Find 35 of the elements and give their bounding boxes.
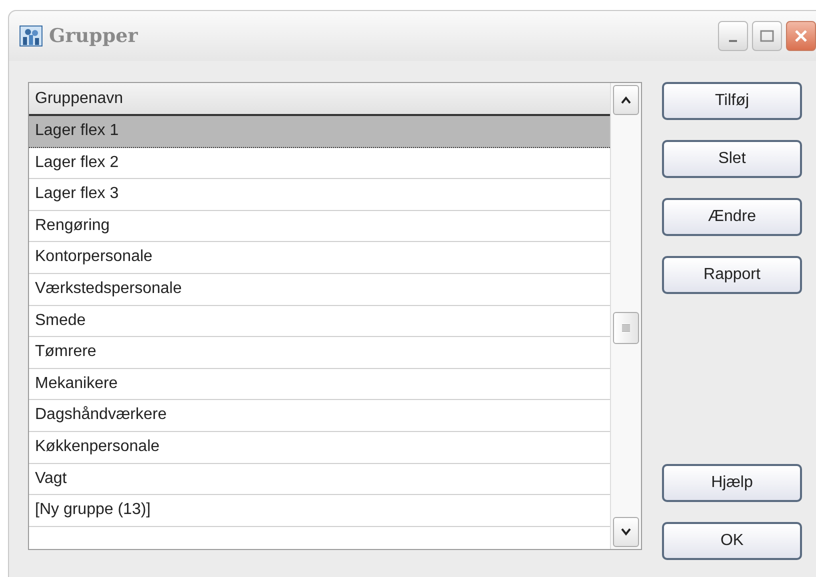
list-item[interactable]: Vagt [29,464,610,496]
dialog-button[interactable]: OK [662,522,802,560]
list-item[interactable]: Værkstedspersonale [29,274,610,306]
list-item[interactable]: Lager flex 1 [29,116,610,148]
dialog-button[interactable]: Rapport [662,256,802,294]
list-item[interactable]: Lager flex 3 [29,179,610,211]
grip-icon [622,324,630,332]
maximize-button[interactable] [752,21,782,51]
minimize-icon [729,40,737,42]
chevron-down-icon [620,528,632,536]
list-item[interactable]: [Ny gruppe (13)] [29,495,610,527]
list-item[interactable]: Tømrere [29,337,610,369]
chevron-up-icon [620,96,632,104]
close-icon [793,28,809,44]
dialog-button[interactable]: Slet [662,140,802,178]
list-item[interactable]: Kontorpersonale [29,242,610,274]
maximize-icon [760,30,774,42]
scrollbar[interactable] [610,83,641,549]
dialog-button[interactable]: Ændre [662,198,802,236]
people-chart-icon [19,25,43,47]
list-item[interactable]: Rengøring [29,210,610,242]
list-item[interactable]: Mekanikere [29,368,610,400]
dialog-button[interactable]: Hjælp [662,464,802,502]
list-item[interactable]: Køkkenpersonale [29,432,610,464]
minimize-button[interactable] [718,21,748,51]
scroll-thumb[interactable] [613,312,639,344]
window-title: Grupper [49,25,138,47]
dialog-button[interactable]: Tilføj [662,82,802,120]
list-item[interactable]: Lager flex 2 [29,148,610,180]
list-item[interactable]: Dagshåndværkere [29,400,610,432]
scroll-down-button[interactable] [613,517,639,547]
list-item[interactable]: Smede [29,306,610,338]
column-header: Gruppenavn [29,83,610,116]
close-button[interactable] [786,21,816,51]
scroll-up-button[interactable] [613,85,639,115]
